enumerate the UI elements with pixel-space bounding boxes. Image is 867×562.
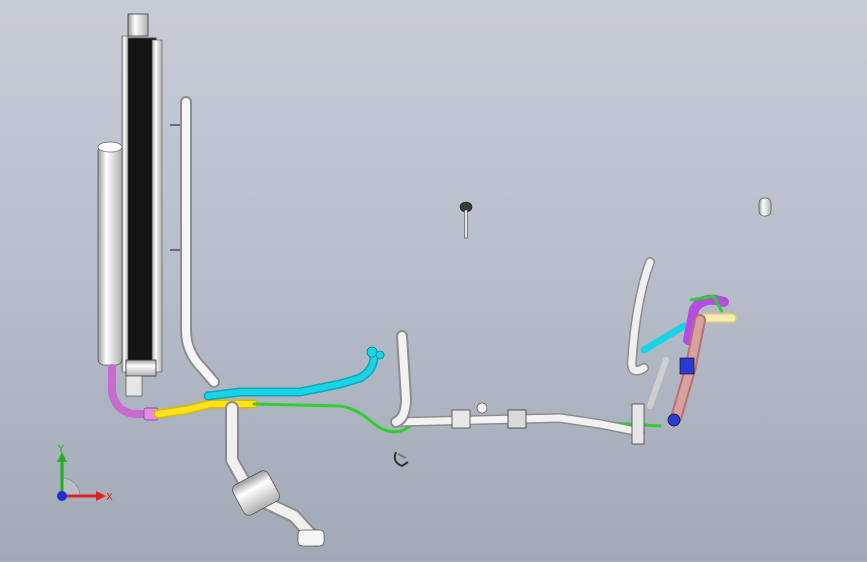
reservoir-top-cap[interactable] bbox=[97, 141, 123, 153]
floating-bolt[interactable] bbox=[459, 201, 473, 239]
model-scene[interactable] bbox=[0, 0, 867, 562]
z-axis-dot bbox=[57, 491, 67, 501]
radiator-outlet[interactable] bbox=[125, 375, 143, 397]
mounting-bracket[interactable] bbox=[631, 403, 645, 445]
vertical-pipe-assembly[interactable] bbox=[170, 96, 220, 388]
corrugated-section[interactable] bbox=[507, 409, 527, 429]
pipe-valve[interactable] bbox=[476, 402, 488, 414]
elbow-outlet-cap[interactable] bbox=[297, 529, 325, 547]
cad-viewport[interactable]: Y X bbox=[0, 0, 867, 562]
lower-elbow-assembly[interactable] bbox=[225, 401, 325, 547]
cyan-short-hose[interactable] bbox=[640, 322, 688, 354]
pipe-coupler[interactable] bbox=[451, 409, 471, 429]
gray-link-pipe[interactable] bbox=[647, 357, 669, 409]
radiator-side-tank[interactable] bbox=[151, 39, 163, 373]
reservoir-assembly[interactable] bbox=[97, 141, 123, 366]
hose-clip[interactable] bbox=[393, 451, 409, 468]
y-axis-label: Y bbox=[57, 444, 65, 455]
radiator-assembly[interactable] bbox=[121, 13, 163, 377]
radiator-top-fitting[interactable] bbox=[127, 13, 149, 37]
radiator-core[interactable] bbox=[123, 37, 157, 369]
blue-coupler[interactable] bbox=[679, 357, 695, 375]
radiator-left-tank[interactable] bbox=[121, 35, 129, 373]
blue-coupler-bottom[interactable] bbox=[667, 413, 681, 427]
right-manifold-assembly[interactable] bbox=[626, 257, 737, 445]
cylindrical-reservoir[interactable] bbox=[97, 144, 123, 366]
coordinate-triad: Y X bbox=[57, 444, 113, 503]
floating-cap[interactable] bbox=[758, 197, 772, 217]
radiator-bottom-cap[interactable] bbox=[125, 359, 157, 377]
x-axis-label: X bbox=[106, 492, 113, 503]
